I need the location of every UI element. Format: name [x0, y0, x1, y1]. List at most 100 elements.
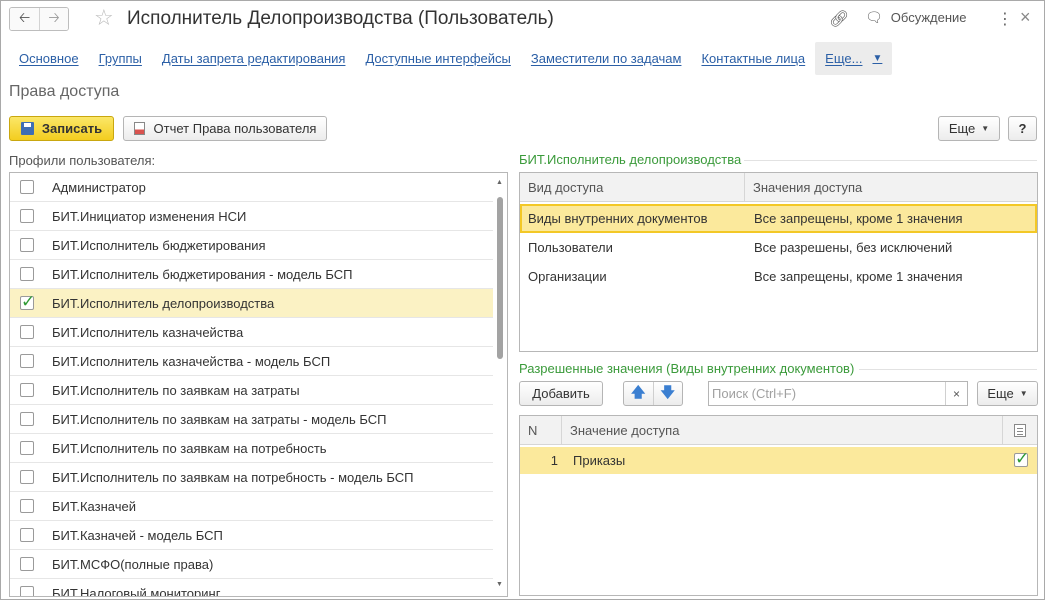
help-button[interactable]: ?	[1008, 116, 1037, 141]
list-item[interactable]: БИТ.Исполнитель по заявкам на потребност…	[10, 434, 494, 463]
link-icon[interactable]: 🔗︎	[829, 9, 849, 29]
profile-label: БИТ.Исполнитель по заявкам на потребност…	[52, 440, 327, 456]
column-header-mark[interactable]	[1003, 416, 1037, 445]
access-kind-cell: Пользователи	[528, 240, 613, 255]
profile-checkbox[interactable]	[20, 354, 34, 368]
vertical-scrollbar[interactable]: ▲ ▼	[493, 173, 507, 596]
list-item[interactable]: БИТ.Исполнитель по заявкам на затраты - …	[10, 405, 494, 434]
forward-arrow-icon[interactable]: 🡢	[39, 8, 68, 30]
caret-down-icon: ▼	[1019, 389, 1028, 398]
tab-groups[interactable]: Группы	[99, 51, 142, 66]
list-item[interactable]: БИТ.Казначей - модель БСП	[10, 521, 494, 550]
list-item[interactable]: БИТ.Исполнитель делопроизводства	[10, 289, 494, 318]
report-button[interactable]: Отчет Права пользователя	[123, 116, 327, 141]
move-buttons: 🡅 🡇	[623, 381, 683, 406]
column-header-access-values[interactable]: Значения доступа	[745, 173, 1037, 202]
profile-label: БИТ.Исполнитель по заявкам на затраты	[52, 382, 300, 398]
column-header-access-value[interactable]: Значение доступа	[562, 416, 1003, 445]
kebab-menu-icon[interactable]: ⋮	[997, 9, 1013, 29]
profile-checkbox[interactable]	[20, 180, 34, 194]
page-title: Исполнитель Делопроизводства (Пользовате…	[127, 8, 554, 29]
discuss-button[interactable]: 🗨︎ Обсуждение	[865, 9, 967, 26]
column-header-access-kind[interactable]: Вид доступа	[520, 173, 745, 202]
list-item[interactable]: БИТ.Исполнитель казначейства	[10, 318, 494, 347]
profile-label: БИТ.Исполнитель делопроизводства	[52, 295, 275, 311]
list-item[interactable]: БИТ.Исполнитель казначейства - модель БС…	[10, 347, 494, 376]
profiles-list: Администратор БИТ.Инициатор изменения НСИ…	[9, 172, 508, 597]
back-arrow-icon[interactable]: 🡠	[10, 8, 39, 30]
access-kind-cell: Виды внутренних документов	[528, 211, 708, 226]
profile-label: БИТ.Налоговый мониторинг	[52, 585, 221, 597]
nav-buttons: 🡠 🡢	[9, 7, 69, 31]
profile-checkbox[interactable]	[20, 557, 34, 571]
access-value-cell: Все запрещены, кроме 1 значения	[754, 269, 963, 284]
allowed-values-title: Разрешенные значения (Виды внутренних до…	[519, 361, 855, 376]
title-bar: 🡠 🡢 ☆ Исполнитель Делопроизводства (Поль…	[1, 1, 1044, 39]
profile-checkbox[interactable]	[20, 267, 34, 281]
add-button[interactable]: Добавить	[519, 381, 603, 406]
row-checkbox[interactable]	[1014, 449, 1029, 469]
profile-checkbox[interactable]	[20, 238, 34, 252]
more-button[interactable]: Еще ▼	[938, 116, 1000, 141]
table-row[interactable]: Виды внутренних документов Все запрещены…	[520, 204, 1037, 233]
save-button[interactable]: Записать	[9, 116, 114, 141]
scroll-down-icon[interactable]: ▼	[496, 581, 503, 588]
report-label: Отчет Права пользователя	[153, 121, 317, 136]
access-value-cell: Приказы	[573, 453, 626, 468]
form-tabs: Основное Группы Даты запрета редактирова…	[9, 42, 902, 75]
star-icon[interactable]: ☆	[94, 6, 114, 30]
list-item[interactable]: Администратор	[10, 173, 494, 202]
search-box: ×	[708, 381, 968, 406]
access-value-cell: Все разрешены, без исключений	[754, 240, 953, 255]
list-item[interactable]: БИТ.Исполнитель бюджетирования - модель …	[10, 260, 494, 289]
move-up-icon[interactable]: 🡅	[624, 382, 653, 405]
tab-edit-ban-dates[interactable]: Даты запрета редактирования	[162, 51, 346, 66]
profile-checkbox[interactable]	[20, 412, 34, 426]
list-item[interactable]: БИТ.Казначей	[10, 492, 494, 521]
profile-label: БИТ.Исполнитель казначейства	[52, 324, 244, 340]
list-item[interactable]: БИТ.Налоговый мониторинг	[10, 579, 494, 597]
caret-down-icon: ▼	[981, 124, 990, 133]
profile-checkbox[interactable]	[20, 209, 34, 223]
profile-label: БИТ.Казначей	[52, 498, 136, 514]
tab-more[interactable]: Еще... ▼	[815, 42, 893, 75]
list-item[interactable]: БИТ.Исполнитель по заявкам на потребност…	[10, 463, 494, 492]
tab-more-label: Еще...	[825, 51, 863, 66]
table-row[interactable]: 1 Приказы	[520, 447, 1037, 474]
clear-search-icon[interactable]: ×	[945, 382, 967, 405]
profile-label: Администратор	[52, 179, 146, 195]
list-item[interactable]: БИТ.Инициатор изменения НСИ	[10, 202, 494, 231]
allowed-more-button[interactable]: Еще ▼	[977, 381, 1038, 406]
profile-checkbox[interactable]	[20, 586, 34, 596]
divider	[859, 369, 1037, 370]
move-down-icon[interactable]: 🡇	[652, 382, 683, 405]
profile-checkbox[interactable]	[20, 470, 34, 484]
table-row[interactable]: Организации Все запрещены, кроме 1 значе…	[520, 262, 1037, 291]
profile-checkbox[interactable]	[20, 441, 34, 455]
list-item[interactable]: БИТ.Исполнитель по заявкам на затраты	[10, 376, 494, 405]
list-column-icon	[1014, 423, 1026, 437]
tab-main[interactable]: Основное	[19, 51, 79, 66]
profile-checkbox[interactable]	[20, 383, 34, 397]
profile-checkbox[interactable]	[20, 325, 34, 339]
scroll-thumb[interactable]	[497, 197, 503, 359]
tab-deputies[interactable]: Заместители по задачам	[531, 51, 682, 66]
tab-contacts[interactable]: Контактные лица	[701, 51, 805, 66]
row-number-cell: 1	[550, 453, 558, 468]
close-icon[interactable]: ×	[1020, 7, 1031, 28]
tab-interfaces[interactable]: Доступные интерфейсы	[365, 51, 510, 66]
search-input[interactable]	[709, 382, 941, 405]
profile-label: БИТ.Исполнитель бюджетирования	[52, 237, 266, 253]
profile-checkbox[interactable]	[20, 499, 34, 513]
more-label: Еще	[987, 386, 1014, 401]
list-item[interactable]: БИТ.МСФО(полные права)	[10, 550, 494, 579]
column-header-number[interactable]: N	[520, 416, 562, 445]
profile-checkbox[interactable]	[20, 528, 34, 542]
scroll-up-icon[interactable]: ▲	[496, 179, 503, 186]
table-row[interactable]: Пользователи Все разрешены, без исключен…	[520, 233, 1037, 262]
profile-label: БИТ.Исполнитель бюджетирования - модель …	[52, 266, 353, 282]
list-item[interactable]: БИТ.Исполнитель бюджетирования	[10, 231, 494, 260]
profile-checkbox[interactable]	[20, 292, 35, 312]
more-label: Еще	[948, 121, 976, 136]
report-chart-icon	[133, 122, 145, 135]
